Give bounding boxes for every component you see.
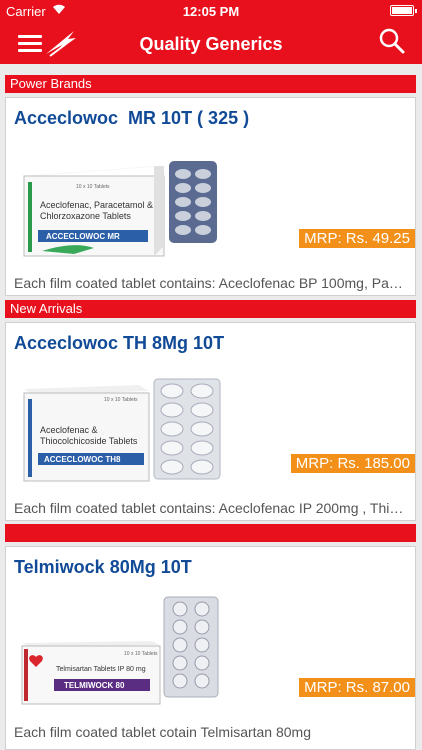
app-header: Carrier 12:05 PM Quality Generics xyxy=(0,0,422,64)
product-pack-image: 10 x 10 Tablets Aceclofenac & Thiocolchi… xyxy=(23,378,221,482)
product-pack-image: 10 x 10 Tablets Telmisartan Tablets IP 8… xyxy=(21,596,219,705)
pack-composition-line-1: Aceclofenac & xyxy=(40,425,98,435)
pack-count-text: 10 x 10 Tablets xyxy=(76,184,110,190)
section-header-new-arrivals: New Arrivals xyxy=(5,300,416,318)
product-price: MRP: Rs. 49.25 xyxy=(299,229,415,248)
product-description: Each film coated tablet contains: Aceclo… xyxy=(14,500,407,516)
status-time: 12:05 PM xyxy=(182,4,240,19)
status-bar: Carrier 12:05 PM xyxy=(0,0,422,22)
product-name: Acceclowoc TH 8Mg 10T xyxy=(14,333,225,353)
product-name: Acceclowoc MR 10T ( 325 ) xyxy=(14,108,250,128)
section-header xyxy=(5,524,416,542)
section-header-power-brands: Power Brands xyxy=(5,75,416,93)
product-card[interactable]: Telmiwock 80Mg 10T 10 x 10 Tablets Telmi… xyxy=(5,546,416,750)
pack-composition-line-2: Thiocolchicoside Tablets xyxy=(40,436,138,446)
pack-count-text: 10 x 10 Tablets xyxy=(124,651,158,657)
search-icon[interactable] xyxy=(378,27,406,55)
product-card[interactable]: Acceclowoc TH 8Mg 10T 10 x 10 Tablets Ac… xyxy=(5,322,416,521)
product-pack-image: 10 x 10 Tablets Aceclofenac, Paracetamol… xyxy=(23,161,217,257)
product-price: MRP: Rs. 185.00 xyxy=(290,454,415,473)
product-price: MRP: Rs. 87.00 xyxy=(299,678,415,697)
pack-brand-text: ACCECLOWOC TH8 xyxy=(44,455,121,464)
pack-brand-text: ACCECLOWOC MR xyxy=(46,232,120,241)
pack-brand-text: TELMIWOCK 80 xyxy=(64,681,125,690)
battery-icon xyxy=(390,5,417,16)
product-card[interactable]: Acceclowoc MR 10T ( 325 ) 10 x 10 Tablet… xyxy=(5,97,416,296)
pack-composition-line-2: Chlorzoxazone Tablets xyxy=(40,211,131,221)
product-description: Each film coated tablet contains: Aceclo… xyxy=(14,275,407,291)
page-title: Quality Generics xyxy=(139,34,283,54)
product-description: Each film coated tablet cotain Telmisart… xyxy=(14,724,312,740)
pack-composition-line-1: Telmisartan Tablets IP 80 mg xyxy=(56,666,146,673)
pack-composition-line-1: Aceclofenac, Paracetamol & xyxy=(40,200,153,210)
product-name: Telmiwock 80Mg 10T xyxy=(14,557,192,577)
pack-count-text: 10 x 10 Tablets xyxy=(104,397,138,403)
nav-bar: Quality Generics xyxy=(0,22,422,64)
